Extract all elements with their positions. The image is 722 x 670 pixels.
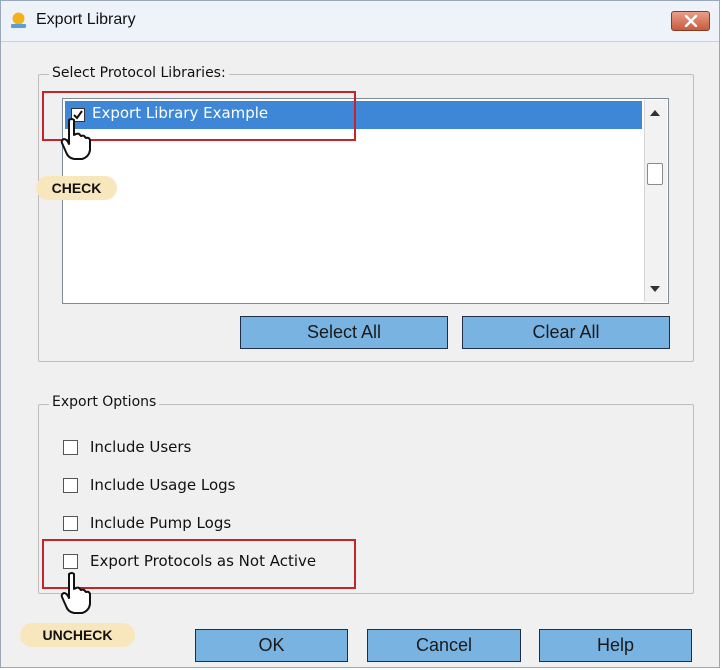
app-icon [11,12,26,28]
list-scrollbar[interactable] [644,100,667,302]
title-bar: Export Library [1,1,719,42]
uncheck-badge: UNCHECK [20,623,135,647]
include-pump-logs-label: Include Pump Logs [90,514,232,532]
cancel-button[interactable]: Cancel [367,629,521,662]
window-title: Export Library [36,11,136,28]
pointer-hand-icon [60,118,91,160]
scroll-down-icon[interactable] [650,286,660,292]
help-button[interactable]: Help [539,629,692,662]
include-pump-logs-checkbox[interactable] [63,516,78,531]
clear-all-button[interactable]: Clear All [462,316,670,349]
export-options-group-label: Export Options [49,394,160,410]
include-usage-logs-label: Include Usage Logs [90,476,236,494]
close-button[interactable] [671,11,710,31]
include-usage-logs-checkbox[interactable] [63,478,78,493]
pointer-hand-icon [60,572,91,614]
scroll-up-icon[interactable] [650,110,660,116]
check-badge: CHECK [36,176,117,200]
include-users-label: Include Users [90,438,192,456]
close-icon [684,15,698,27]
ok-button[interactable]: OK [195,629,348,662]
include-users-checkbox[interactable] [63,440,78,455]
libraries-group-label: Select Protocol Libraries: [49,65,229,81]
scroll-thumb[interactable] [647,163,663,185]
select-all-button[interactable]: Select All [240,316,448,349]
